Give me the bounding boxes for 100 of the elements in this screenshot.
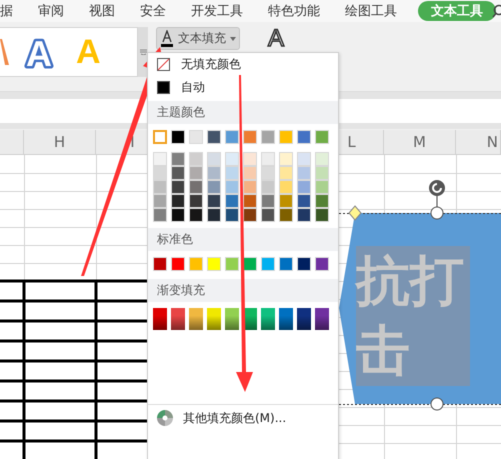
text-fill-button[interactable]: 文本填充 [156, 27, 240, 50]
color-swatch[interactable] [297, 180, 311, 194]
resize-handle[interactable] [430, 206, 444, 220]
color-swatch[interactable] [279, 194, 293, 208]
color-swatch[interactable] [297, 152, 311, 166]
color-swatch[interactable] [261, 130, 275, 144]
color-swatch[interactable] [153, 194, 167, 208]
gradient-swatch[interactable] [225, 308, 239, 330]
color-swatch[interactable] [189, 257, 203, 271]
text-outline-button[interactable]: A [268, 29, 284, 48]
color-swatch[interactable] [153, 152, 167, 166]
color-swatch[interactable] [225, 180, 239, 194]
ribbon-tab[interactable]: 视图 [89, 1, 115, 21]
ribbon-tab[interactable]: 开发工具 [191, 1, 243, 21]
color-swatch[interactable] [279, 208, 293, 222]
resize-handle[interactable] [430, 398, 444, 410]
color-swatch[interactable] [297, 130, 311, 144]
color-swatch[interactable] [315, 180, 329, 194]
column-header[interactable]: N [486, 133, 498, 151]
color-swatch[interactable] [261, 194, 275, 208]
search-icon[interactable] [492, 4, 501, 18]
color-swatch[interactable] [279, 180, 293, 194]
color-swatch[interactable] [189, 166, 203, 180]
color-swatch[interactable] [297, 194, 311, 208]
color-swatch[interactable] [225, 194, 239, 208]
color-swatch[interactable] [243, 257, 257, 271]
column-header[interactable]: H [54, 133, 66, 151]
color-swatch[interactable] [171, 194, 185, 208]
adjust-handle[interactable] [348, 205, 362, 221]
color-swatch[interactable] [207, 194, 221, 208]
rotate-handle-icon[interactable] [429, 180, 445, 196]
gradient-swatch[interactable] [297, 308, 311, 330]
color-swatch[interactable] [279, 152, 293, 166]
color-swatch[interactable] [153, 257, 167, 271]
color-swatch[interactable] [207, 208, 221, 222]
gradient-swatch[interactable] [261, 308, 275, 330]
color-swatch[interactable] [297, 208, 311, 222]
color-swatch[interactable] [225, 152, 239, 166]
color-swatch[interactable] [153, 166, 167, 180]
color-swatch[interactable] [189, 180, 203, 194]
gradient-swatch[interactable] [153, 308, 167, 330]
ribbon-tab[interactable]: 绘图工具 [345, 1, 397, 21]
color-swatch[interactable] [171, 152, 185, 166]
menu-item[interactable]: 自动 [148, 76, 338, 99]
color-swatch[interactable] [225, 166, 239, 180]
color-swatch[interactable] [297, 257, 311, 271]
color-swatch[interactable] [279, 130, 293, 144]
ribbon-tab[interactable]: 据 [0, 1, 13, 21]
gradient-swatch[interactable] [315, 308, 329, 330]
color-swatch[interactable] [243, 180, 257, 194]
gradient-swatch[interactable] [279, 308, 293, 330]
color-swatch[interactable] [315, 130, 329, 144]
color-swatch[interactable] [207, 180, 221, 194]
color-swatch[interactable] [153, 130, 167, 144]
color-swatch[interactable] [171, 208, 185, 222]
gradient-swatch[interactable] [207, 308, 221, 330]
color-swatch[interactable] [243, 194, 257, 208]
column-header[interactable]: L [347, 133, 356, 151]
color-swatch[interactable] [315, 194, 329, 208]
color-swatch[interactable] [189, 208, 203, 222]
color-swatch[interactable] [171, 257, 185, 271]
color-swatch[interactable] [261, 152, 275, 166]
gradient-swatch[interactable] [189, 308, 203, 330]
text-style-option[interactable]: A [26, 33, 52, 72]
color-swatch[interactable] [189, 152, 203, 166]
color-swatch[interactable] [279, 166, 293, 180]
color-swatch[interactable] [243, 166, 257, 180]
ribbon-tab[interactable]: 安全 [140, 1, 166, 21]
ribbon-tab[interactable]: 审阅 [38, 1, 64, 21]
menu-item[interactable]: 其他填充颜色(M)... [148, 405, 338, 431]
color-swatch[interactable] [207, 257, 221, 271]
color-swatch[interactable] [207, 152, 221, 166]
color-swatch[interactable] [189, 130, 203, 144]
color-swatch[interactable] [261, 166, 275, 180]
color-swatch[interactable] [279, 257, 293, 271]
column-header[interactable]: M [413, 133, 426, 151]
color-swatch[interactable] [243, 152, 257, 166]
color-swatch[interactable] [243, 130, 257, 144]
color-swatch[interactable] [171, 166, 185, 180]
color-swatch[interactable] [315, 166, 329, 180]
color-swatch[interactable] [297, 166, 311, 180]
color-swatch[interactable] [315, 152, 329, 166]
color-swatch[interactable] [261, 180, 275, 194]
menu-item[interactable]: 无填充颜色 [148, 53, 338, 76]
color-swatch[interactable] [189, 194, 203, 208]
color-swatch[interactable] [261, 257, 275, 271]
color-swatch[interactable] [153, 180, 167, 194]
color-swatch[interactable] [207, 166, 221, 180]
color-swatch[interactable] [315, 257, 329, 271]
gradient-swatch[interactable] [171, 308, 185, 330]
color-swatch[interactable] [225, 208, 239, 222]
color-swatch[interactable] [225, 130, 239, 144]
ribbon-tab[interactable]: 特色功能 [268, 1, 320, 21]
color-swatch[interactable] [243, 208, 257, 222]
color-swatch[interactable] [171, 180, 185, 194]
color-swatch[interactable] [207, 130, 221, 144]
color-swatch[interactable] [225, 257, 239, 271]
color-swatch[interactable] [153, 208, 167, 222]
color-swatch[interactable] [171, 130, 185, 144]
color-swatch[interactable] [261, 208, 275, 222]
